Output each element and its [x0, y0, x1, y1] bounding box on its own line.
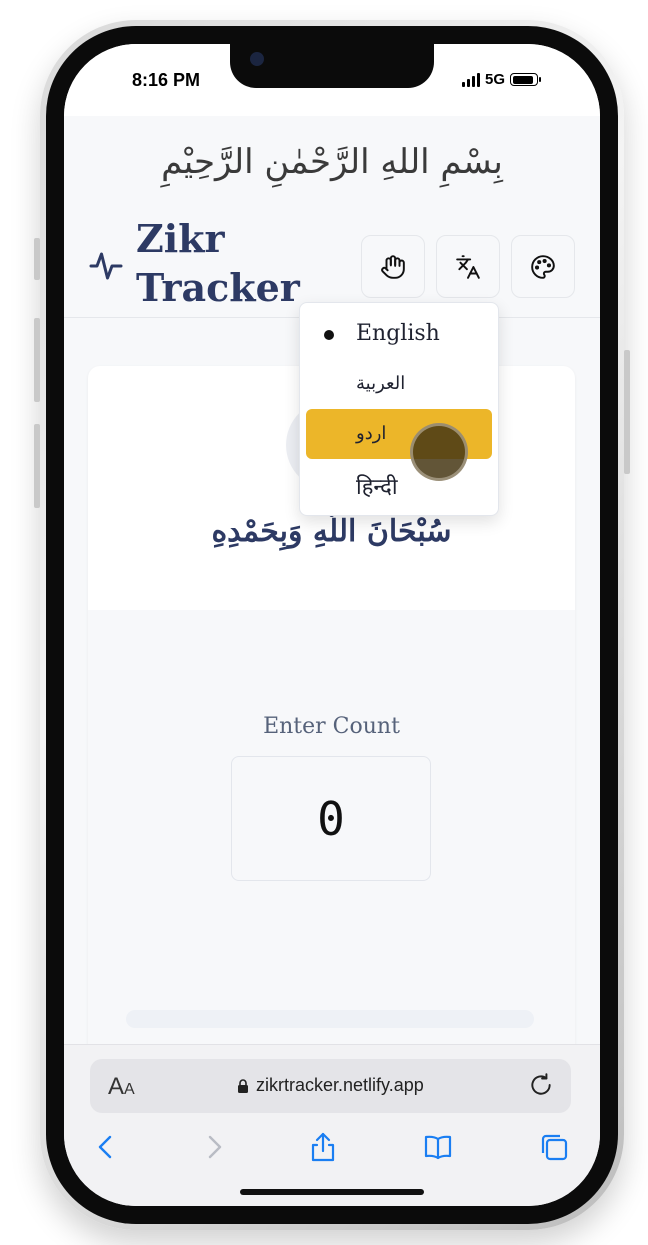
volume-up-button [34, 318, 40, 402]
reload-icon[interactable] [528, 1072, 554, 1098]
notch [230, 44, 434, 88]
touch-indicator [410, 423, 468, 481]
address-bar[interactable]: AA zikrtracker.netlify.app [90, 1059, 571, 1113]
app-title: Zikr Tracker [136, 214, 306, 313]
language-option-english[interactable]: English [306, 309, 492, 359]
palette-icon [531, 254, 555, 279]
forward-icon[interactable] [198, 1131, 230, 1163]
camera-icon [250, 52, 264, 66]
mute-switch [34, 238, 40, 280]
count-label: Enter Count [263, 714, 400, 739]
volume-down-button [34, 424, 40, 508]
lock-icon [238, 1079, 248, 1093]
language-option-label: English [356, 321, 440, 346]
network-label: 5G [485, 71, 506, 88]
language-option-label: العربية [356, 373, 406, 394]
bismillah-text: بِسْمِ اللهِ الرَّحْمٰنِ الرَّحِيْمِ [161, 142, 503, 182]
language-menu: English العربية اردو हिन्दी [299, 302, 499, 516]
hand-icon [381, 254, 405, 279]
share-icon[interactable] [307, 1131, 339, 1163]
url-text: zikrtracker.netlify.app [256, 1075, 424, 1095]
status-time: 8:16 PM [132, 70, 201, 90]
app-title-line1: Zikr [136, 216, 225, 261]
tabs-icon[interactable] [538, 1131, 570, 1163]
tap-mode-button[interactable] [361, 235, 425, 298]
language-option-label: اردو [356, 423, 387, 444]
bookmarks-icon[interactable] [422, 1131, 454, 1163]
activity-icon [89, 252, 123, 280]
progress-bar [126, 1010, 534, 1028]
count-section: Enter Count 0 [88, 610, 575, 1106]
translate-icon [456, 254, 480, 279]
language-option-arabic[interactable]: العربية [306, 359, 492, 409]
back-icon[interactable] [90, 1131, 122, 1163]
app-title-line2: Tracker [136, 265, 300, 311]
language-button[interactable] [436, 235, 500, 298]
browser-toolbar: AA zikrtracker.netlify.app [64, 1044, 600, 1206]
aa-small-label: A [124, 1081, 135, 1098]
language-option-label: हिन्दी [356, 475, 398, 500]
reader-settings-button[interactable]: AA [108, 1073, 135, 1101]
power-button [624, 350, 630, 474]
aa-large-label: A [108, 1073, 125, 1100]
count-input[interactable]: 0 [231, 756, 431, 881]
selected-dot-icon [324, 330, 334, 340]
signal-icon [462, 72, 480, 87]
battery-icon [510, 73, 542, 86]
theme-button[interactable] [511, 235, 575, 298]
home-indicator [240, 1189, 424, 1195]
app-header: بِسْمِ اللهِ الرَّحْمٰنِ الرَّحِيْمِ Zik… [64, 116, 600, 318]
screen: 8:16 PM 5G بِسْمِ اللهِ الرَّحْمٰنِ الرَ… [64, 44, 600, 1206]
browser-nav-row [64, 1131, 600, 1171]
dhikr-text: سُبْحَانَ اللَّهِ وَبِحَمْدِهِ [211, 514, 452, 549]
status-indicators: 5G [462, 71, 542, 88]
